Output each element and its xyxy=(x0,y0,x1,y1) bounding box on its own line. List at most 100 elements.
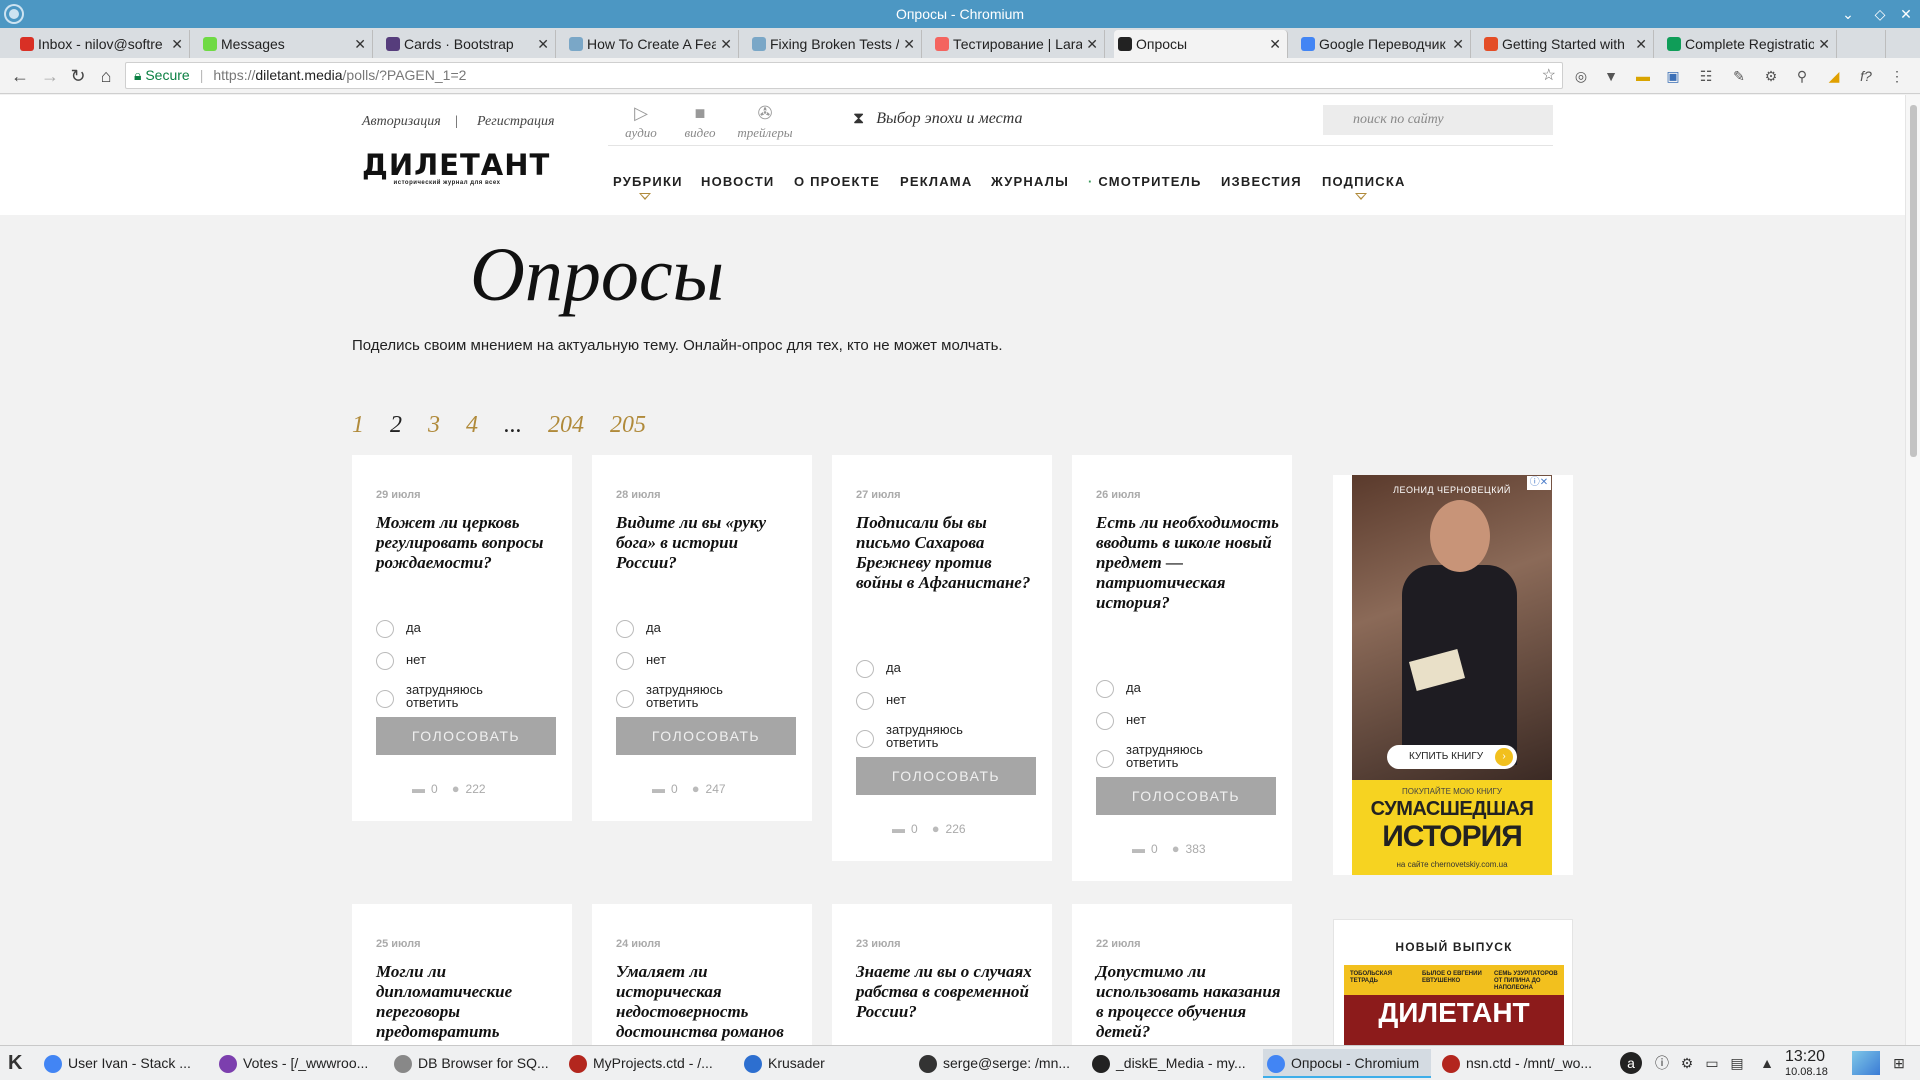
close-window-icon[interactable]: ✕ xyxy=(1896,0,1916,28)
task-terminal[interactable]: serge@serge: /mn... xyxy=(915,1049,1083,1078)
page-link[interactable]: 3 xyxy=(428,412,440,439)
maximize-icon[interactable]: ◇ xyxy=(1870,0,1890,28)
back-icon[interactable]: ← xyxy=(8,64,32,88)
vote-button[interactable]: ГОЛОСОВАТЬ xyxy=(856,757,1036,795)
menu-icon[interactable]: ⋮ xyxy=(1888,67,1906,85)
close-tab-icon[interactable]: ✕ xyxy=(903,30,915,58)
site-logo[interactable]: ДИЛЕТАНТ исторический журнал для всех xyxy=(362,150,549,190)
scrollbar-thumb[interactable] xyxy=(1910,105,1917,457)
tab-polls[interactable]: Опросы ✕ xyxy=(1114,30,1288,58)
tab-fixing-broken-tests[interactable]: Fixing Broken Tests / ✕ xyxy=(748,30,922,58)
tab-bootstrap[interactable]: Cards · Bootstrap ✕ xyxy=(382,30,556,58)
radio-button[interactable] xyxy=(1096,712,1114,730)
page-link[interactable]: 1 xyxy=(352,412,364,439)
page-link[interactable]: 4 xyxy=(466,412,478,439)
task-disk-media[interactable]: _diskE_Media - my... xyxy=(1088,1049,1256,1078)
register-link[interactable]: Регистрация xyxy=(477,114,555,130)
user-avatar-icon[interactable]: a xyxy=(1620,1052,1642,1074)
radio-button[interactable] xyxy=(616,652,634,670)
ad-banner[interactable]: ЛЕОНИД ЧЕРНОВЕЦКИЙ ⓘ✕ КУПИТЬ КНИГУ › ПОКУ… xyxy=(1352,475,1552,875)
task-cherrytree-nsn[interactable]: nsn.ctd - /mnt/_wo... xyxy=(1438,1049,1606,1078)
close-tab-icon[interactable]: ✕ xyxy=(1269,30,1281,58)
bookmark-star-icon[interactable]: ☆ xyxy=(1542,63,1556,88)
tab-laravel-testing[interactable]: Тестирование | Lara ✕ xyxy=(931,30,1105,58)
extension-icon[interactable]: ◢ xyxy=(1825,67,1843,85)
poll-question[interactable]: Допустимо ли использовать наказания в пр… xyxy=(1096,962,1281,1042)
nav-about[interactable]: О ПРОЕКТЕ xyxy=(794,174,880,189)
nav-subscription[interactable]: ПОДПИСКА xyxy=(1322,174,1406,189)
task-krusader[interactable]: Krusader xyxy=(740,1049,908,1078)
close-tab-icon[interactable]: ✕ xyxy=(1635,30,1647,58)
extension-icon[interactable]: ◎ xyxy=(1572,67,1590,85)
nav-izvestiya[interactable]: ИЗВЕСТИЯ xyxy=(1221,174,1302,189)
poll-question[interactable]: Подписали бы вы письмо Сахарова Брежневу… xyxy=(856,513,1041,593)
page-link[interactable]: 204 xyxy=(548,412,584,439)
close-tab-icon[interactable]: ✕ xyxy=(1818,30,1830,58)
extension-icon[interactable]: ▬ xyxy=(1634,67,1652,85)
magazine-cover[interactable]: ТОБОЛЬСКАЯ ТЕТРАДЬ БЫЛОЕ О ЕВГЕНИИ ЕВТУШ… xyxy=(1344,965,1564,1045)
nav-magazines[interactable]: ЖУРНАЛЫ xyxy=(991,174,1069,189)
desktop-grid-icon[interactable]: ⊞ xyxy=(1890,1054,1908,1072)
close-tab-icon[interactable]: ✕ xyxy=(720,30,732,58)
eyedropper-icon[interactable]: ✎ xyxy=(1730,67,1748,85)
ad-close-icon[interactable]: ⓘ✕ xyxy=(1527,476,1551,490)
clipboard-icon[interactable]: ▤ xyxy=(1728,1054,1746,1072)
kde-menu-icon[interactable]: K xyxy=(8,1052,30,1074)
nav-watcher[interactable]: · СМОТРИТЕЛЬ xyxy=(1088,174,1202,189)
tray-expand-icon[interactable]: ▲ xyxy=(1758,1054,1776,1072)
extension-icon[interactable]: ☷ xyxy=(1697,67,1715,85)
task-stackoverflow[interactable]: User Ivan - Stack ... xyxy=(40,1049,205,1078)
network-icon[interactable]: ⚙ xyxy=(1678,1054,1696,1072)
nav-news[interactable]: НОВОСТИ xyxy=(701,174,774,189)
radio-button[interactable] xyxy=(856,692,874,710)
task-chromium[interactable]: Опросы - Chromium xyxy=(1263,1049,1431,1078)
video-button[interactable]: ■ видео xyxy=(670,101,730,141)
poll-question[interactable]: Умаляет ли историческая недостоверность … xyxy=(616,962,801,1042)
address-bar[interactable]: 🔒︎ Secure | https://diletant.media/polls/?… xyxy=(125,62,1563,89)
close-tab-icon[interactable]: ✕ xyxy=(171,30,183,58)
close-tab-icon[interactable]: ✕ xyxy=(354,30,366,58)
radio-button[interactable] xyxy=(1096,750,1114,768)
function-icon[interactable]: f? xyxy=(1857,67,1875,85)
task-db-browser[interactable]: DB Browser for SQ... xyxy=(390,1049,558,1078)
task-phpstorm[interactable]: Votes - [/_wwwroo... xyxy=(215,1049,383,1078)
close-tab-icon[interactable]: ✕ xyxy=(537,30,549,58)
extension-icon[interactable]: ⚙ xyxy=(1762,67,1780,85)
radio-button[interactable] xyxy=(1096,680,1114,698)
poll-question[interactable]: Могли ли дипломатические переговоры пред… xyxy=(376,962,561,1042)
login-link[interactable]: Авторизация xyxy=(362,114,441,130)
forward-icon[interactable]: → xyxy=(38,64,62,88)
radio-button[interactable] xyxy=(856,660,874,678)
sidebar-ad[interactable]: ЛЕОНИД ЧЕРНОВЕЦКИЙ ⓘ✕ КУПИТЬ КНИГУ › ПОКУ… xyxy=(1333,475,1573,875)
home-icon[interactable]: ⌂ xyxy=(94,64,118,88)
clock-date[interactable]: 10.08.18 xyxy=(1785,1066,1828,1078)
search-icon[interactable]: ⚲ xyxy=(1793,67,1811,85)
close-tab-icon[interactable]: ✕ xyxy=(1086,30,1098,58)
buy-book-button[interactable]: КУПИТЬ КНИГУ › xyxy=(1387,745,1517,769)
extension-icon[interactable]: ▣ xyxy=(1664,67,1682,85)
radio-button[interactable] xyxy=(376,652,394,670)
tab-complete-registration[interactable]: Complete Registratio ✕ xyxy=(1663,30,1837,58)
nav-advertising[interactable]: РЕКЛАМА xyxy=(900,174,972,189)
close-tab-icon[interactable]: ✕ xyxy=(1452,30,1464,58)
page-link[interactable]: 205 xyxy=(610,412,646,439)
vote-button[interactable]: ГОЛОСОВАТЬ xyxy=(616,717,796,755)
epoch-selector[interactable]: ⧗ Выбор эпохи и места xyxy=(853,110,1022,128)
radio-button[interactable] xyxy=(856,730,874,748)
new-tab-button[interactable] xyxy=(1846,30,1886,58)
minimize-icon[interactable]: ⌄ xyxy=(1838,0,1858,28)
vote-button[interactable]: ГОЛОСОВАТЬ xyxy=(1096,777,1276,815)
clock-time[interactable]: 13:20 xyxy=(1785,1048,1825,1066)
vue-devtools-icon[interactable]: ▼ xyxy=(1602,67,1620,85)
tab-google-translate[interactable]: Google Переводчик ✕ xyxy=(1297,30,1471,58)
page-scrollbar[interactable] xyxy=(1905,95,1920,1045)
radio-button[interactable] xyxy=(616,620,634,638)
display-icon[interactable]: ▭ xyxy=(1703,1054,1721,1072)
poll-question[interactable]: Знаете ли вы о случаях рабства в совреме… xyxy=(856,962,1041,1022)
desktop-preview-icon[interactable] xyxy=(1852,1051,1880,1075)
tab-how-to-create[interactable]: How To Create A Fea ✕ xyxy=(565,30,739,58)
task-cherrytree-myprojects[interactable]: MyProjects.ctd - /... xyxy=(565,1049,733,1078)
poll-question[interactable]: Видите ли вы «руку бога» в истории Росси… xyxy=(616,513,801,573)
trailers-button[interactable]: ✇ трейлеры xyxy=(735,101,795,141)
vote-button[interactable]: ГОЛОСОВАТЬ xyxy=(376,717,556,755)
